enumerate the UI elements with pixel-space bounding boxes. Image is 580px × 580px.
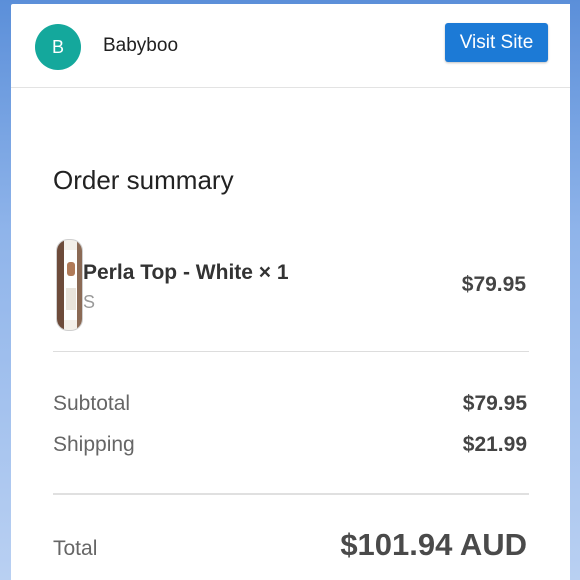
subtotal-label: Subtotal bbox=[53, 392, 131, 415]
order-summary-title: Order summary bbox=[53, 165, 234, 195]
total-label: Total bbox=[53, 537, 98, 560]
total-value: $101.94 AUD bbox=[340, 527, 527, 562]
store-avatar: B bbox=[35, 24, 81, 70]
product-thumbnail bbox=[56, 239, 83, 331]
checkout-panel: B Babyboo Visit Site Order summary Perla… bbox=[11, 4, 570, 580]
store-name: Babyboo bbox=[103, 35, 179, 56]
line-item-price: $79.95 bbox=[461, 273, 526, 296]
visit-site-button[interactable]: Visit Site bbox=[445, 23, 548, 62]
store-header: B Babyboo Visit Site bbox=[11, 4, 570, 88]
shipping-label: Shipping bbox=[53, 433, 135, 456]
line-item-name: Perla Top - White × 1 bbox=[83, 261, 289, 284]
divider bbox=[53, 351, 529, 352]
shipping-value: $21.99 bbox=[462, 433, 527, 456]
subtotal-value: $79.95 bbox=[462, 392, 527, 415]
line-item-variant: S bbox=[83, 292, 96, 312]
divider bbox=[53, 493, 529, 495]
